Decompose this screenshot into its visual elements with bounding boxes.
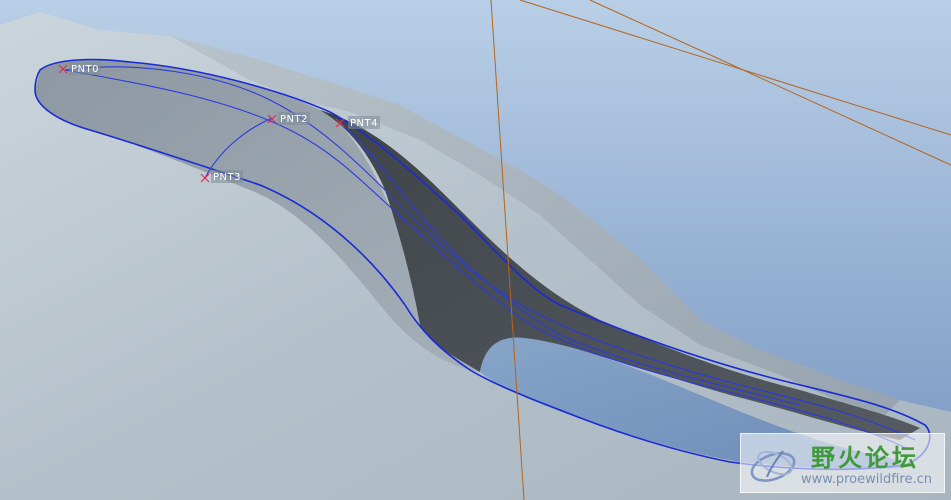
cad-scene[interactable]: PNT0 PNT2 PNT4 PNT3 <box>0 0 951 500</box>
watermark-url: www.proewildfire.cn <box>801 472 932 487</box>
point-label: PNT4 <box>350 118 378 129</box>
model-viewport[interactable]: PNT0 PNT2 PNT4 PNT3 野火论坛 www.proewildfir… <box>0 0 951 500</box>
watermark-logo-icon <box>750 450 796 482</box>
point-label: PNT0 <box>71 64 99 75</box>
point-label: PNT2 <box>280 114 308 125</box>
point-label: PNT3 <box>213 172 241 183</box>
watermark-title: 野火论坛 <box>811 444 919 472</box>
forum-watermark: 野火论坛 www.proewildfire.cn <box>740 433 945 493</box>
